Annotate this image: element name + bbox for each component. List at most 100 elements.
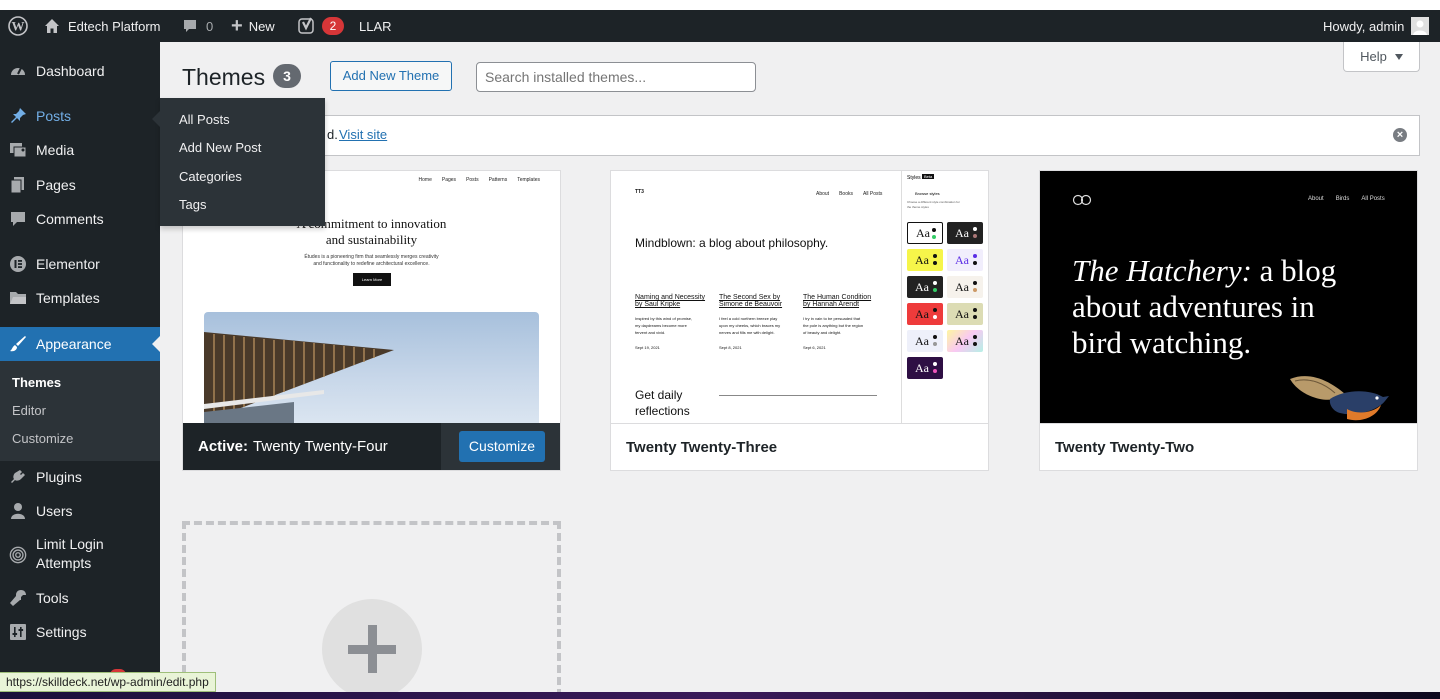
preview-headline: and sustainability [325, 232, 418, 247]
submenu-editor[interactable]: Editor [12, 403, 46, 418]
new-label: New [248, 18, 275, 34]
sidebar-label: Tools [36, 590, 69, 606]
preview-headline-text: a blog [1251, 253, 1337, 288]
style-swatch: Aa [907, 357, 943, 379]
sidebar-item-appearance[interactable]: Appearance [0, 327, 160, 361]
browse-desc: the theme styles [907, 205, 929, 209]
plus-icon: + [231, 15, 243, 37]
sidebar-item-users[interactable]: Users [0, 502, 160, 520]
new-content-link[interactable]: + New [231, 10, 275, 42]
style-swatch: Aa [907, 276, 943, 298]
sidebar-item-pages[interactable]: Pages [0, 176, 160, 194]
preview-nav-item: Posts [466, 177, 479, 183]
sidebar-item-tools[interactable]: Tools [0, 589, 160, 607]
preview-nav-item: All Posts [1361, 196, 1385, 202]
theme-card-twenty-twenty-two[interactable]: About Birds All Posts The Hatchery: a bl… [1039, 170, 1418, 471]
notice-bar: d. Visit site × [162, 115, 1420, 156]
swatch-label: Aa [955, 333, 969, 348]
pushpin-icon [9, 107, 27, 125]
preview-nav: Home Pages Posts Patterns Templates [419, 177, 540, 183]
posts-flyout-menu: All Posts Add New Post Categories Tags [152, 98, 325, 226]
sidebar-item-posts[interactable]: Posts [0, 107, 160, 125]
wordpress-logo-icon[interactable]: W [8, 10, 28, 42]
sidebar-label: Users [36, 503, 73, 519]
preview-button: Learn More [353, 273, 391, 286]
swatch-label: Aa [915, 306, 929, 321]
sidebar-item-plugins[interactable]: Plugins [0, 468, 160, 486]
plugin-icon [9, 468, 27, 486]
sidebar-label: Settings [36, 624, 87, 640]
add-new-theme-card[interactable] [182, 521, 561, 692]
active-theme-name: Twenty Twenty-Four [253, 438, 388, 455]
styles-badge: Beta [922, 174, 935, 179]
llar-link[interactable]: LLAR [359, 10, 392, 42]
flyout-item-categories[interactable]: Categories [179, 169, 242, 184]
comments-count: 0 [206, 18, 214, 34]
home-icon [44, 18, 60, 34]
style-swatch: Aa [947, 330, 983, 352]
sidebar-label: Dashboard [36, 63, 105, 79]
swatch-label: Aa [955, 225, 969, 240]
preview-headline: about adventures in [1072, 289, 1315, 324]
preview-post-title: The Human Condition [803, 294, 872, 301]
howdy-text: Howdy, admin [1323, 18, 1405, 34]
llar-label: LLAR [359, 18, 392, 34]
style-swatch: Aa [907, 330, 943, 352]
yoast-seo-link[interactable]: 2 [298, 10, 344, 42]
sidebar-item-elementor[interactable]: Elementor [0, 255, 160, 273]
preview-cta: Get daily [635, 388, 683, 402]
sidebar-item-dashboard[interactable]: Dashboard [0, 62, 160, 80]
add-new-theme-button[interactable]: Add New Theme [330, 61, 452, 91]
site-name-link[interactable]: Edtech Platform [44, 10, 161, 42]
preview-post-body: Inspired by this wind of promise, [635, 316, 693, 321]
visit-site-link[interactable]: Visit site [339, 127, 387, 142]
settings-sliders-icon [9, 623, 27, 641]
avatar [1411, 17, 1430, 35]
preview-post-date: Sept 8, 2021 [719, 345, 742, 350]
wrench-icon [9, 589, 27, 607]
sidebar-label: Attempts [36, 555, 92, 571]
preview-body: and functionality to redefine architectu… [313, 261, 430, 267]
sidebar-item-limit-login[interactable]: Limit Login Attempts [0, 536, 160, 574]
preview-post-title: by Saul Kripke [635, 301, 681, 308]
preview-post-body: my daydreams become more [635, 323, 687, 328]
customize-button[interactable]: Customize [459, 431, 545, 462]
yoast-badge: 2 [322, 17, 344, 35]
flyout-item-add-new-post[interactable]: Add New Post [179, 140, 261, 155]
comments-link[interactable]: 0 [182, 10, 213, 42]
account-menu[interactable]: Howdy, admin [1323, 10, 1430, 42]
swatch-label: Aa [915, 333, 929, 348]
sidebar-item-comments[interactable]: Comments [0, 210, 160, 228]
admin-bar: W Edtech Platform 0 + New 2 LLAR Howdy, … [0, 10, 1440, 42]
preview-post-title: Naming and Necessity [635, 294, 706, 301]
flyout-item-all-posts[interactable]: All Posts [179, 112, 230, 127]
bird-illustration [1285, 369, 1405, 423]
preview-nav-item: About [1308, 196, 1324, 202]
theme-name: Twenty Twenty-Three [611, 423, 988, 470]
theme-card-twenty-twenty-three[interactable]: TT3 About Books All Posts Mindblown: a b… [610, 170, 989, 471]
sidebar-item-settings[interactable]: Settings [0, 623, 160, 641]
preview-headline: The Hatchery: a blog [1072, 253, 1336, 289]
swatch-label: Aa [915, 252, 929, 267]
main-content: Themes 3 Add New Theme Help d. Visit sit… [160, 42, 1440, 692]
preview-post-title: Simone de Beauvoir [719, 301, 783, 308]
preview-nav-item: Templates [517, 177, 540, 183]
browse-desc: Choose a different style combination for [907, 200, 960, 204]
preview-body: Études is a pioneering firm that seamles… [304, 254, 439, 260]
caret-down-icon [1394, 53, 1403, 60]
preview-headline-italic: The Hatchery: [1072, 253, 1252, 288]
search-themes-input[interactable] [476, 62, 756, 92]
sidebar-item-templates[interactable]: Templates [0, 289, 160, 307]
sidebar-item-media[interactable]: Media [0, 141, 160, 159]
comment-bubble-icon [9, 210, 27, 228]
preview-post-body: I try in vain to be persuaded that [803, 316, 861, 321]
swatch-label: Aa [955, 306, 969, 321]
submenu-customize[interactable]: Customize [12, 431, 73, 446]
submenu-themes[interactable]: Themes [12, 375, 61, 390]
preview-post: The Human Condition by Hannah Arendt I t… [803, 294, 881, 350]
sidebar-label: Pages [36, 177, 76, 193]
help-tab-button[interactable]: Help [1343, 42, 1420, 72]
flyout-item-tags[interactable]: Tags [179, 197, 206, 212]
active-label: Active: [198, 438, 249, 455]
dismiss-notice-icon[interactable]: × [1393, 128, 1407, 142]
